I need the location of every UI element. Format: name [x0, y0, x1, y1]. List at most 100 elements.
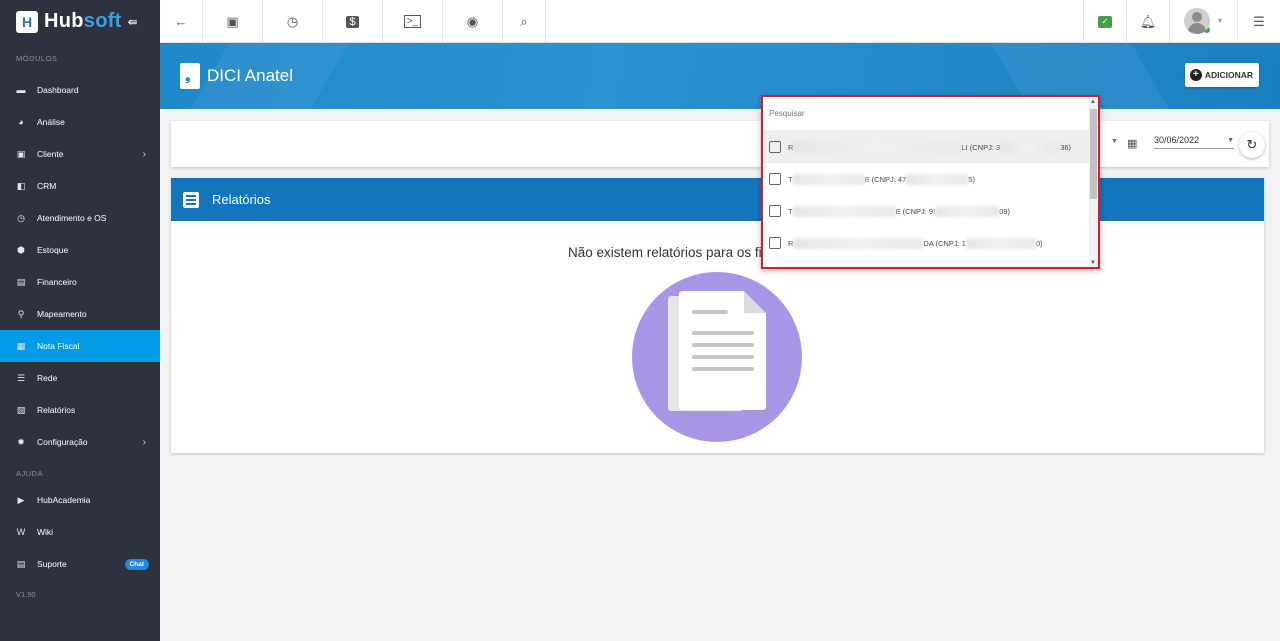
calendar-clock-icon: ◷ [286, 13, 299, 29]
sidebar-item-label: Estoque [37, 245, 69, 255]
sidebar-item-label: Dashboard [37, 85, 79, 95]
clients-shortcut-button[interactable]: ▣ [203, 0, 263, 43]
add-button[interactable]: + ADICIONAR [1184, 63, 1259, 87]
sidebar-item-label: Atendimento e OS [37, 213, 107, 223]
menu-list-icon: ☰ [1253, 13, 1265, 29]
eye-icon: ◉ [466, 13, 479, 29]
contact-card-icon: ▣ [226, 13, 239, 29]
scrollbar-thumb[interactable] [1090, 109, 1097, 199]
section-label-help: AJUDA [16, 469, 44, 478]
menu-list-button[interactable]: ☰ [1237, 0, 1280, 43]
list-item[interactable]: TE (CNPJ: 9! 09) [763, 195, 1098, 227]
page-header: DICI Anatel + ADICIONAR [160, 43, 1280, 109]
end-date-field[interactable]: 30/06/2022 ▼ [1154, 135, 1234, 149]
sidebar-item-suporte[interactable]: ▤ Suporte Chat [0, 548, 160, 580]
logo[interactable]: H Hubsoft ⇚ [0, 0, 160, 43]
checkbox[interactable] [769, 237, 781, 249]
sidebar-item-label: Análise [37, 117, 65, 127]
sidebar-item-label: Financeiro [37, 277, 77, 287]
refresh-icon: ↻ [1246, 137, 1258, 152]
search-icon: ⌕ [520, 13, 528, 29]
report-icon: ▧ [16, 404, 26, 415]
sidebar-item-hubacademia[interactable]: ▶ HubAcademia [0, 484, 160, 516]
refresh-button[interactable]: ↻ [1239, 132, 1265, 158]
page-title: DICI Anatel [180, 63, 293, 89]
youtube-icon: ▶ [17, 494, 25, 505]
sidebar-item-label: Nota Fiscal [37, 341, 80, 351]
empty-document-illustration [632, 272, 802, 442]
chevron-down-icon: ▼ [1227, 137, 1234, 144]
checkbox[interactable] [769, 205, 781, 217]
sidebar-item-nota-fiscal[interactable]: ▦ Nota Fiscal [0, 330, 160, 362]
sidebar-item-configuracao[interactable]: ✹ Configuração › [0, 426, 160, 458]
back-button[interactable]: ← [160, 0, 203, 43]
scroll-up-icon[interactable]: ▲ [1090, 99, 1096, 105]
reports-title: Relatórios [212, 192, 271, 207]
money-icon: ▤ [16, 276, 26, 287]
scroll-down-icon[interactable]: ▼ [1090, 260, 1096, 266]
search-button[interactable]: ⌕ [503, 0, 546, 43]
section-label-modules: MÓDULOS [16, 54, 58, 63]
calendar-icon[interactable]: ▦ [1127, 137, 1137, 150]
sidebar-item-crm[interactable]: ◧ CRM [0, 170, 160, 202]
logo-text: Hubsoft [44, 10, 122, 32]
notifications-button[interactable]: 🔔︎ [1126, 0, 1169, 43]
sidebar-item-financeiro[interactable]: ▤ Financeiro [0, 266, 160, 298]
sidebar-item-label: HubAcademia [37, 495, 91, 505]
chat-check-icon: ✓ [1098, 15, 1112, 28]
list-item[interactable]: R LI (CNPJ: 3 36) [763, 131, 1098, 163]
finance-shortcut-button[interactable]: $ [323, 0, 383, 43]
logo-mark-icon: H [16, 10, 38, 33]
list-item[interactable]: TE (CNPJ: 47 5) [763, 163, 1098, 195]
sidebar-item-dashboard[interactable]: ▬ Dashboard [0, 74, 160, 106]
chevron-down-icon[interactable]: ▼ [1111, 138, 1118, 145]
company-select-dropdown[interactable]: Pesquisar R LI (CNPJ: 3 36) TE (CNPJ: 47 5)… [761, 95, 1100, 269]
view-shortcut-button[interactable]: ◉ [443, 0, 503, 43]
sidebar-item-analise[interactable]: ◕ Análise [0, 106, 160, 138]
pie-chart-icon: ◕ [18, 117, 24, 127]
chevron-right-icon: › [142, 436, 146, 448]
wikipedia-icon: W [16, 527, 26, 537]
chevron-right-icon: › [142, 148, 146, 160]
crm-icon: ◧ [16, 180, 26, 191]
sidebar-item-label: Cliente [37, 149, 64, 159]
chat-check-button[interactable]: ✓ [1083, 0, 1126, 43]
invoice-icon: ▦ [16, 340, 26, 351]
sidebar-item-label: Rede [37, 373, 58, 383]
sidebar-item-cliente[interactable]: ▣ Cliente › [0, 138, 160, 170]
list-item[interactable]: R DA (CNPJ: 1 0) [763, 227, 1098, 259]
list-icon [183, 191, 199, 208]
dashboard-icon: ▬ [16, 85, 26, 95]
map-pin-icon: ⚲ [17, 308, 25, 319]
box-icon: ⬢ [17, 244, 25, 255]
terminal-shortcut-button[interactable]: >_ [383, 0, 443, 43]
gear-icon: ✹ [17, 436, 25, 447]
checkbox[interactable] [769, 141, 781, 153]
avatar [1183, 8, 1210, 34]
sidebar-item-estoque[interactable]: ⬢ Estoque [0, 234, 160, 266]
sidebar-item-relatorios[interactable]: ▧ Relatórios [0, 394, 160, 426]
sidebar-item-label: Relatórios [37, 405, 76, 415]
service-orders-shortcut-button[interactable]: ◷ [263, 0, 323, 43]
sidebar-item-wiki[interactable]: W Wiki [0, 516, 160, 548]
sidebar-item-rede[interactable]: ☰ Rede [0, 362, 160, 394]
dropdown-scrollbar[interactable]: ▲ ▼ [1089, 97, 1098, 267]
back-arrow-icon: ← [174, 14, 188, 29]
chat-icon: ▤ [16, 558, 26, 569]
document-icon [180, 63, 200, 89]
bell-icon: 🔔︎ [1139, 13, 1157, 29]
dropdown-search-input[interactable]: Pesquisar [763, 97, 1098, 131]
collapse-sidebar-icon[interactable]: ⇚ [128, 15, 138, 29]
reports-header: Relatórios [171, 178, 1264, 221]
user-menu[interactable]: ▼ [1169, 0, 1237, 42]
sidebar-item-mapeamento[interactable]: ⚲ Mapeamento [0, 298, 160, 330]
contact-card-icon: ▣ [16, 148, 26, 159]
sidebar-item-label: CRM [37, 181, 57, 191]
chat-badge[interactable]: Chat [124, 558, 149, 570]
sidebar-item-atendimento[interactable]: ◷ Atendimento e OS [0, 202, 160, 234]
terminal-icon: >_ [403, 15, 422, 28]
version-label: V1.90 [16, 590, 36, 599]
sidebar: H Hubsoft ⇚ MÓDULOS ▬ Dashboard ◕ Anális… [0, 0, 160, 641]
chevron-down-icon: ▼ [1216, 17, 1224, 25]
checkbox[interactable] [769, 173, 781, 185]
